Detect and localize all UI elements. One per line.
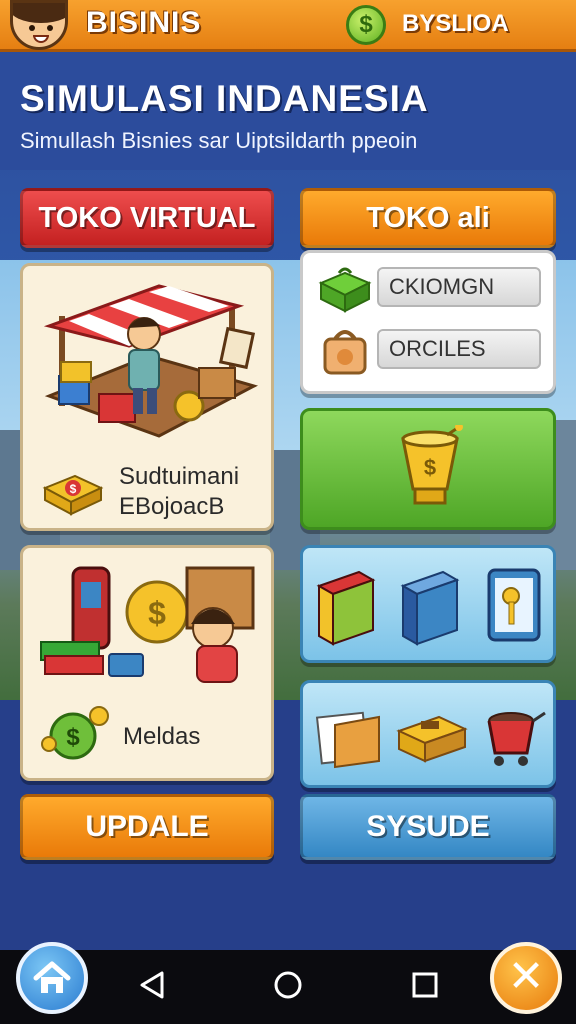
toko-virtual-button[interactable]: TOKO VIRTUAL [20,188,274,248]
trophy-icon: $ [401,425,463,505]
option-ckiomgn[interactable]: CKIOMGN [377,267,541,307]
folder-icon [315,711,380,769]
gift-icon [318,267,372,313]
home-circle-icon[interactable] [273,970,303,1000]
merchant-items-icon: $ [40,566,255,683]
player-avatar[interactable] [10,0,68,50]
key-tablet-icon [487,568,541,642]
cart-icon [487,711,546,766]
house-icon [33,961,71,993]
wallet-icon [396,715,468,763]
items-caption: Meldas [123,723,201,750]
option-orciles[interactable]: ORCILES [377,329,541,369]
supplies-card[interactable] [300,680,556,788]
blue-book-icon [400,570,460,646]
money-box-icon: $ [42,474,104,516]
currency-label: BYSLIOA [402,10,509,37]
shop-caption-line1: Sudtuimani [119,463,240,490]
market-stall-icon [43,284,259,438]
svg-text:$: $ [66,724,80,751]
svg-text:$: $ [424,455,436,480]
app-name: BISINIS [86,6,202,39]
bag-icon [323,330,367,375]
page-title: SIMULASI INDANESIA [20,78,429,119]
svg-text:$: $ [148,595,166,631]
options-card: CKIOMGN ORCILES [300,250,556,394]
toko-ali-button[interactable]: TOKO ali [300,188,556,248]
items-card[interactable]: $ $ Meldas [20,545,274,781]
sysude-button[interactable]: SYSUDE [300,794,556,860]
svg-text:$: $ [70,482,77,496]
shop-card[interactable]: $ Sudtuimani EBojoacB [20,263,274,531]
top-bar: BISINIS $ BYSLIOA [0,0,576,52]
books-card[interactable] [300,545,556,663]
trophy-card[interactable]: $ [300,408,556,530]
shop-caption-line2: EBojoacB [119,493,225,520]
recents-icon[interactable] [410,970,440,1000]
coin-icon: $ [346,5,386,45]
update-button[interactable]: UPDALE [20,794,274,860]
red-book-icon [316,570,376,646]
close-button[interactable]: ✕ [490,942,562,1014]
back-icon[interactable] [138,970,168,1000]
page-subtitle: Simullash Bisnies sar Uiptsildarth ppeoi… [20,128,418,153]
coins-icon: $ [41,706,109,760]
home-button[interactable] [16,942,88,1014]
